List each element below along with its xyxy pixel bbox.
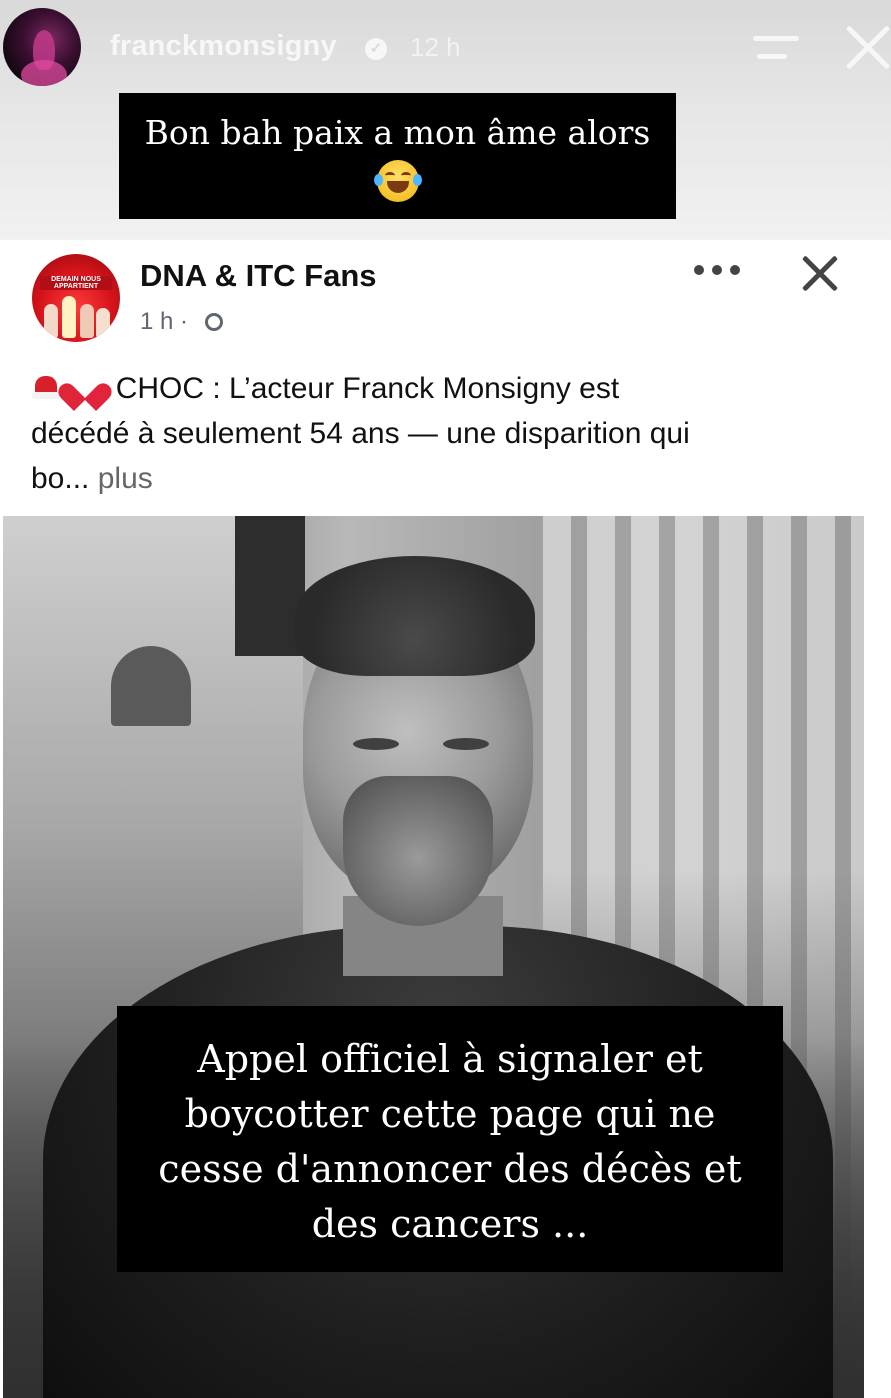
see-more-link[interactable]: plus (98, 462, 153, 495)
story-username[interactable]: franckmonsigny (110, 30, 337, 63)
overlay-line-1: Appel officiel à signaler et (197, 1037, 703, 1081)
page-avatar[interactable]: DEMAIN NOUS APPARTIENT (32, 254, 120, 342)
background-window (111, 646, 191, 726)
audience-settings-icon[interactable] (202, 310, 226, 334)
person-beard (343, 776, 493, 926)
overlay-line-3: cesse d'annoncer des décès et (158, 1147, 742, 1191)
story-header: franckmonsigny ✓ 12 h Bon bah paix a mon… (0, 0, 891, 240)
overlay-caption-text: Appel officiel à signaler et boycotter c… (127, 1032, 773, 1252)
story-timestamp: 12 h (410, 32, 461, 62)
post-text-line3: bo... (31, 462, 90, 495)
verified-badge-icon: ✓ (365, 38, 387, 60)
story-menu-icon[interactable] (749, 30, 801, 66)
post-text: CHOC : L’acteur Franck Monsigny est décé… (31, 366, 861, 501)
overlay-caption: Appel officiel à signaler et boycotter c… (117, 1006, 783, 1272)
overlay-line-2: boycotter cette page qui ne (184, 1092, 716, 1136)
person-eye-left (353, 738, 399, 750)
post-text-line1: CHOC : L’acteur Franck Monsigny est (115, 372, 620, 405)
person-hair (295, 556, 535, 676)
story-avatar[interactable] (3, 8, 81, 86)
person-eye-right (443, 738, 489, 750)
story-caption-text: Bon bah paix a mon âme alors (144, 113, 651, 152)
post-text-line2: décédé à seulement 54 ans — une disparit… (31, 417, 690, 450)
page-name[interactable]: DNA & ITC Fans (140, 258, 377, 294)
avatar-logo-text: DEMAIN NOUS APPARTIENT (40, 276, 112, 290)
face-with-tears-of-joy-icon (374, 160, 422, 202)
avatar-light (21, 60, 67, 86)
facebook-post: DEMAIN NOUS APPARTIENT DNA & ITC Fans 1 … (0, 240, 891, 1398)
hide-post-icon[interactable] (800, 254, 840, 294)
post-photo[interactable]: Appel officiel à signaler et boycotter c… (3, 516, 864, 1398)
broken-heart-icon (69, 372, 101, 402)
story-close-icon[interactable] (843, 22, 891, 72)
more-options-icon[interactable] (692, 265, 742, 277)
overlay-line-4: des cancers ... (311, 1202, 589, 1246)
santa-hat-icon (31, 374, 61, 400)
post-time: 1 h · (140, 308, 189, 335)
